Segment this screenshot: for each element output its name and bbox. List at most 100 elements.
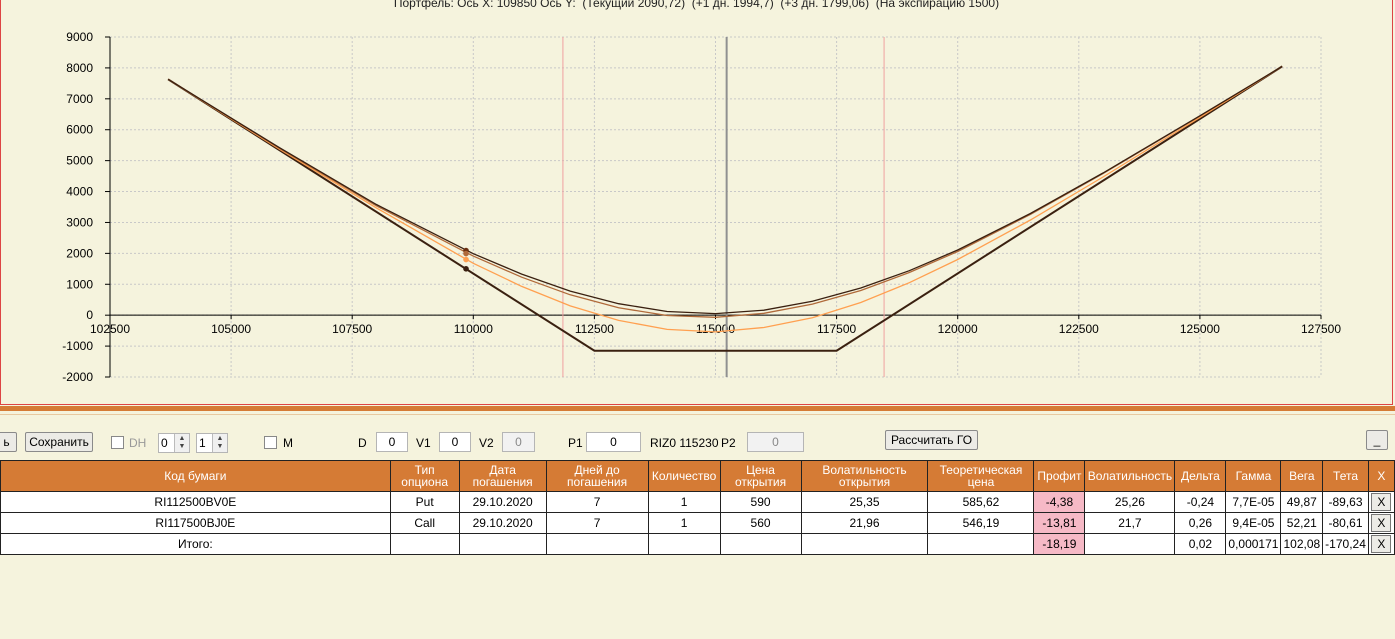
dh-checkbox[interactable] (111, 436, 124, 449)
cell-profit[interactable]: -4,38 (1033, 491, 1086, 513)
cell-vol[interactable] (1084, 533, 1176, 555)
cell-code[interactable]: RI117500BJ0E (0, 512, 391, 534)
cell-type[interactable] (389, 533, 460, 555)
col-header-theor-price[interactable]: Теоретическая цена (927, 460, 1035, 492)
cell-delta[interactable]: -0,24 (1174, 491, 1227, 513)
col-header-open-price[interactable]: Цена открытия (719, 460, 802, 492)
spin-1-value: 0 (161, 436, 168, 450)
remove-row-button[interactable]: X (1371, 493, 1392, 511)
save-button[interactable]: Сохранить (25, 432, 93, 452)
cell-qty[interactable]: 1 (647, 512, 721, 534)
toolbar: ь Сохранить DH 0 ▲ ▼ 1 ▲ ▼ M D 0 V1 0 V2 0… (0, 428, 1395, 456)
chart-panel: 9000 8000 7000 6000 5000 4000 3000 2000 1000 0 -10… (0, 0, 1393, 405)
cell-theor-price[interactable]: 585,62 (927, 491, 1035, 513)
table-row[interactable]: RI112500BV0E Put 29.10.2020 7 1 590 25,35 585,6… (0, 491, 1395, 513)
cell-open-price[interactable]: 590 (719, 491, 802, 513)
cell-expiry[interactable]: 29.10.2020 (458, 491, 547, 513)
col-header-vega[interactable]: Вега (1280, 460, 1324, 492)
p2-input[interactable]: 0 (747, 432, 804, 452)
p1-input[interactable]: 0 (586, 432, 641, 452)
table-row[interactable]: Итого: -18,19 0,02 0,000171 102,08 -170,24 X (0, 533, 1395, 555)
cell-type[interactable]: Put (389, 491, 460, 513)
riz-label: RIZ0 115230 (650, 436, 719, 450)
cell-profit[interactable]: -13,81 (1033, 512, 1086, 534)
cell-profit[interactable]: -18,19 (1033, 533, 1086, 555)
col-header-vol[interactable]: Волатильность (1084, 460, 1176, 492)
cell-qty[interactable] (647, 533, 721, 555)
panel-splitter[interactable] (0, 406, 1395, 411)
cell-theor-price[interactable] (927, 533, 1035, 555)
m-checkbox[interactable] (264, 436, 277, 449)
series-line-0 (167, 65, 1283, 352)
y-tick-label: 2000 (66, 246, 93, 260)
cell-days[interactable] (545, 533, 649, 555)
cell-open-vol[interactable]: 21,96 (800, 512, 929, 534)
p1-label: P1 (568, 436, 583, 450)
col-header-profit[interactable]: Профит (1033, 460, 1086, 492)
x-tick-label: 102500 (90, 322, 130, 336)
y-tick-label: 4000 (66, 185, 93, 199)
cell-gamma[interactable]: 9,4E-05 (1225, 512, 1282, 534)
cell-vega[interactable]: 49,87 (1280, 491, 1324, 513)
table-row[interactable]: RI117500BJ0E Call 29.10.2020 7 1 560 21,96 546,… (0, 512, 1395, 534)
cell-theor-price[interactable]: 546,19 (927, 512, 1035, 534)
cell-vol[interactable]: 21,7 (1084, 512, 1176, 534)
cell-vol[interactable]: 25,26 (1084, 491, 1176, 513)
remove-row-button[interactable]: X (1371, 535, 1392, 553)
cell-expiry[interactable] (458, 533, 547, 555)
v2-input[interactable]: 0 (502, 432, 535, 452)
y-tick-label: -2000 (62, 370, 93, 384)
spin-input-2[interactable]: 1 ▲ ▼ (196, 433, 228, 453)
cell-open-vol[interactable]: 25,35 (800, 491, 929, 513)
cell-delta[interactable]: 0,02 (1174, 533, 1227, 555)
d-label: D (358, 436, 367, 450)
x-tick-label: 105000 (211, 322, 251, 336)
col-header-qty[interactable]: Количество (647, 460, 721, 492)
col-header-x[interactable]: X (1367, 460, 1395, 492)
remove-row-button[interactable]: X (1371, 514, 1392, 532)
cell-theta[interactable]: -89,63 (1322, 491, 1369, 513)
cell-theta[interactable]: -80,61 (1322, 512, 1369, 534)
spin-2-arrows-icon[interactable]: ▲ ▼ (212, 434, 227, 452)
payoff-chart: 9000 8000 7000 6000 5000 4000 3000 2000 1000 0 -10… (62, 30, 1341, 384)
cell-qty[interactable]: 1 (647, 491, 721, 513)
calc-go-button[interactable]: Рассчитать ГО (885, 430, 978, 450)
cell-vega[interactable]: 52,21 (1280, 512, 1324, 534)
cell-delta[interactable]: 0,26 (1174, 512, 1227, 534)
table-body: RI112500BV0E Put 29.10.2020 7 1 590 25,35 585,6… (0, 491, 1395, 555)
cell-theta[interactable]: -170,24 (1322, 533, 1369, 555)
cell-type[interactable]: Call (389, 512, 460, 534)
cell-gamma[interactable]: 0,000171 (1225, 533, 1282, 555)
table-header-row: Код бумаги Тип опциона Дата погашения Дн… (0, 460, 1395, 492)
col-header-type[interactable]: Тип опциона (389, 460, 460, 492)
col-header-open-vol[interactable]: Волатильность открытия (800, 460, 929, 492)
x-tick-label: 127500 (1301, 322, 1341, 336)
cell-open-price[interactable] (719, 533, 802, 555)
m-label: M (283, 436, 293, 450)
col-header-delta[interactable]: Дельта (1174, 460, 1227, 492)
d-input[interactable]: 0 (376, 432, 408, 452)
dh-label: DH (129, 436, 147, 450)
minimize-button[interactable]: _ (1366, 430, 1388, 450)
v1-label: V1 (416, 436, 431, 450)
spin-1-arrows-icon[interactable]: ▲ ▼ (174, 434, 189, 452)
col-header-gamma[interactable]: Гамма (1225, 460, 1282, 492)
col-header-code[interactable]: Код бумаги (0, 460, 391, 492)
col-header-expiry[interactable]: Дата погашения (458, 460, 547, 492)
x-tick-label: 117500 (817, 322, 856, 336)
v1-input[interactable]: 0 (439, 432, 471, 452)
cell-open-vol[interactable] (800, 533, 929, 555)
cell-expiry[interactable]: 29.10.2020 (458, 512, 547, 534)
cell-code[interactable]: Итого: (0, 533, 391, 555)
cell-code[interactable]: RI112500BV0E (0, 491, 391, 513)
load-button[interactable]: ь (0, 432, 17, 452)
col-header-days[interactable]: Дней до погашения (545, 460, 649, 492)
cell-days[interactable]: 7 (545, 491, 649, 513)
cell-gamma[interactable]: 7,7E-05 (1225, 491, 1282, 513)
x-tick-label: 112500 (575, 322, 614, 336)
cell-vega[interactable]: 102,08 (1280, 533, 1324, 555)
spin-input-1[interactable]: 0 ▲ ▼ (158, 433, 190, 453)
col-header-theta[interactable]: Тета (1322, 460, 1369, 492)
cell-days[interactable]: 7 (545, 512, 649, 534)
cell-open-price[interactable]: 560 (719, 512, 802, 534)
